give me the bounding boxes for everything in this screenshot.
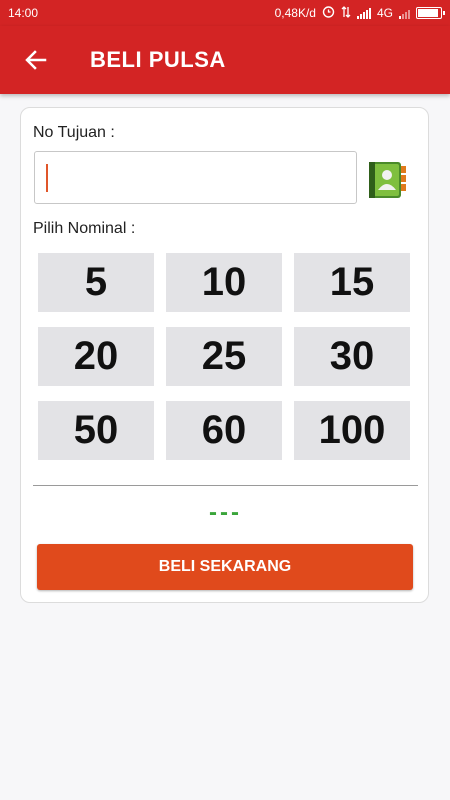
nominal-button-5[interactable]: 5 [38,253,154,312]
net-speed: 0,48K/d [274,6,316,20]
nominal-button-15[interactable]: 15 [294,253,410,312]
phone-number-input[interactable] [34,151,357,204]
alarm-icon [322,5,335,21]
signal-icon-2 [399,8,410,19]
nominal-grid: 5 10 15 20 25 30 50 60 100 [38,253,410,460]
nominal-button-100[interactable]: 100 [294,401,410,460]
buy-now-button[interactable]: BELI SEKARANG [37,544,413,590]
nominal-button-25[interactable]: 25 [166,327,282,386]
purchase-card: No Tujuan : Pilih Nominal : 5 10 15 20 2… [20,107,429,603]
battery-icon [416,7,445,19]
price-display: --- [209,499,242,526]
nominal-button-10[interactable]: 10 [166,253,282,312]
nominal-button-60[interactable]: 60 [166,401,282,460]
status-time: 14:00 [8,6,39,20]
text-cursor [46,164,48,192]
nominal-button-30[interactable]: 30 [294,327,410,386]
signal-icon [356,7,371,19]
app-bar: BELI PULSA [0,26,450,94]
divider [33,485,418,486]
nominal-label: Pilih Nominal : [33,220,136,237]
nominal-button-50[interactable]: 50 [38,401,154,460]
address-book-icon [369,162,406,198]
status-icons: 0,48K/d 4G [274,5,445,21]
nominal-button-20[interactable]: 20 [38,327,154,386]
data-transfer-icon [341,5,351,21]
network-type: 4G [376,6,393,20]
back-button[interactable] [16,40,56,80]
status-bar: 14:00 0,48K/d 4G [0,0,450,26]
arrow-left-icon [25,50,47,70]
destination-label: No Tujuan : [33,124,115,141]
contact-picker-button[interactable] [365,158,409,202]
page-title: BELI PULSA [90,47,226,72]
